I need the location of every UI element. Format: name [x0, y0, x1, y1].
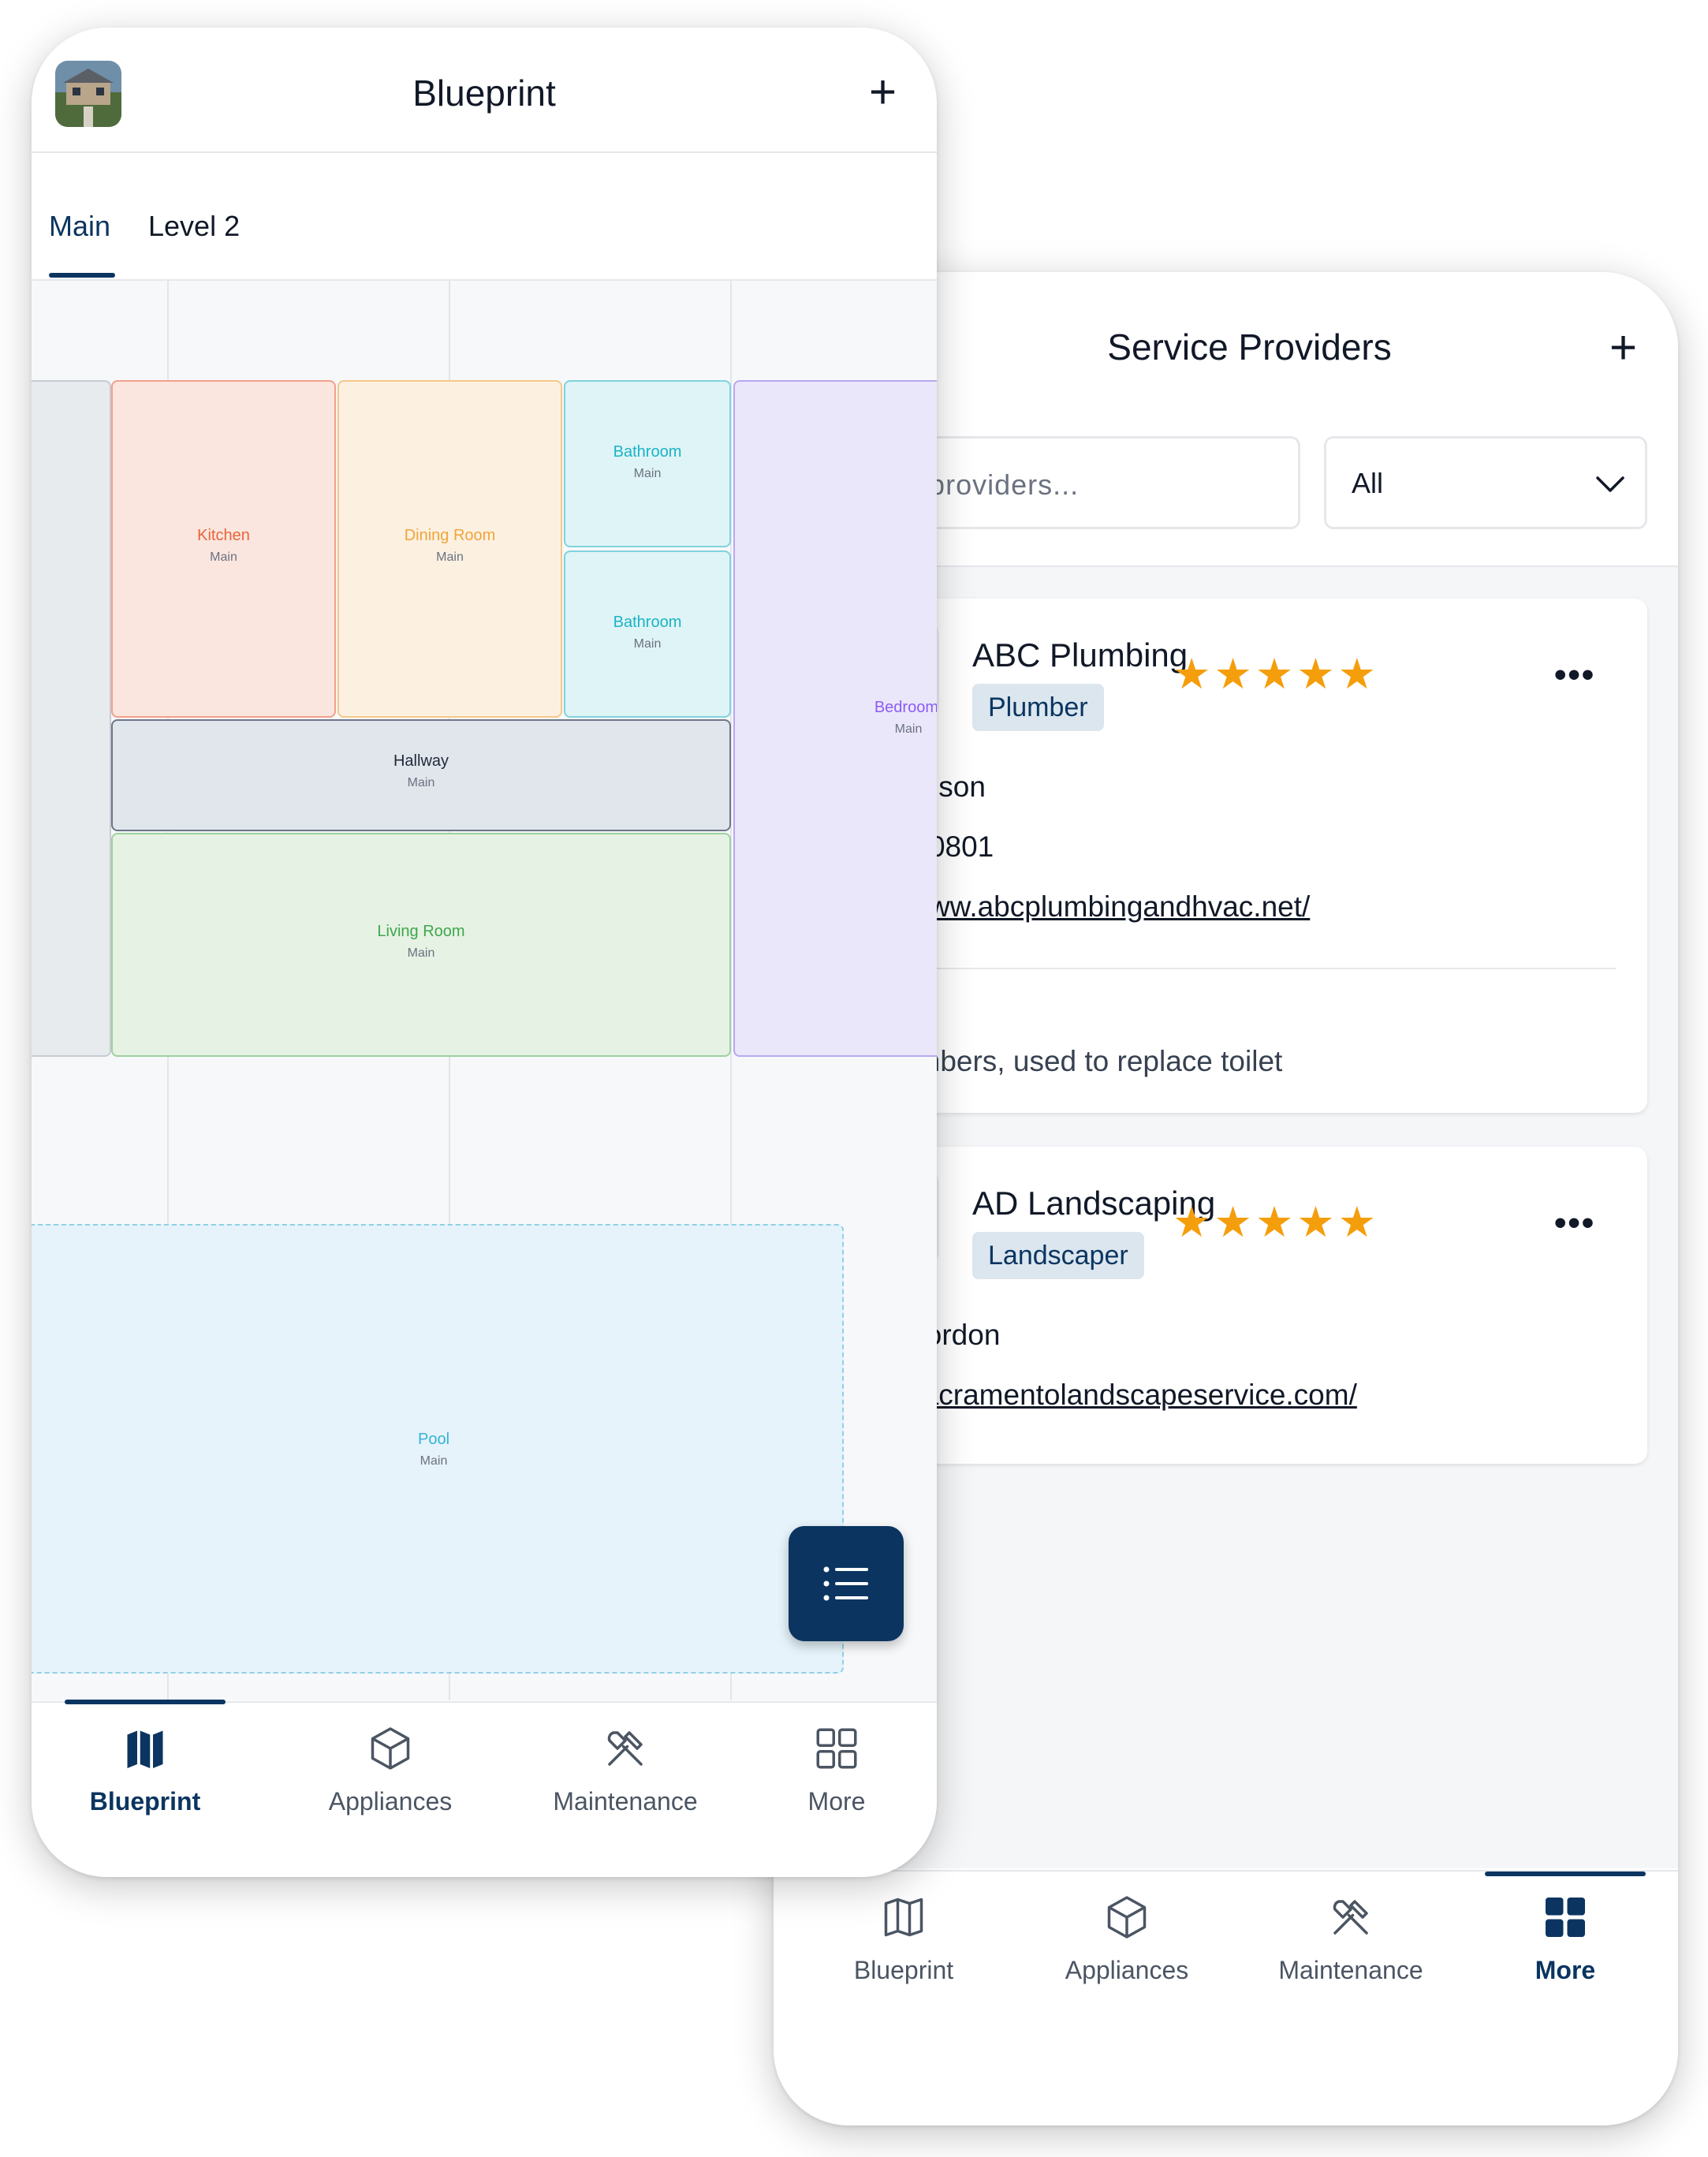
more-options-button[interactable]: •••: [1554, 655, 1595, 695]
cube-icon: [1107, 1896, 1147, 1939]
room-level: Main: [894, 722, 923, 736]
map-icon: [127, 1730, 163, 1768]
nav-maintenance[interactable]: Maintenance: [519, 1725, 732, 1816]
bottom-nav: Blueprint Appliances Maintenance More: [32, 1700, 937, 1877]
nav-label: Maintenance: [553, 1787, 698, 1816]
room-level: Main: [633, 467, 662, 480]
room-name: Dining Room: [404, 527, 496, 544]
list-icon: [823, 1566, 868, 1601]
nav-more[interactable]: More: [778, 1725, 896, 1816]
category-badge: Plumber: [972, 684, 1104, 731]
nav-blueprint[interactable]: Blueprint: [58, 1725, 232, 1816]
room-kitchen[interactable]: Kitchen Main: [111, 380, 336, 718]
room-level: Main: [407, 946, 435, 960]
tools-icon: [607, 1731, 643, 1766]
nav-blueprint[interactable]: Blueprint: [813, 1894, 994, 1985]
blueprint-header: Blueprint +: [32, 28, 937, 153]
active-tab-indicator: [1485, 1872, 1646, 1876]
room-bathroom-2[interactable]: Bathroom Main: [564, 550, 731, 718]
map-icon: [884, 1898, 923, 1937]
room-bedroom[interactable]: Bedroom Main: [733, 380, 937, 1057]
bottom-nav: Blueprint Appliances Maintenance More: [774, 1870, 1678, 2125]
nav-label: Blueprint: [853, 1956, 954, 1984]
add-provider-button[interactable]: +: [1609, 324, 1637, 371]
room-pool[interactable]: Pool Main: [32, 1224, 844, 1674]
tab-main[interactable]: Main: [49, 210, 110, 243]
nav-label: Appliances: [328, 1787, 453, 1816]
nav-maintenance[interactable]: Maintenance: [1244, 1894, 1457, 1985]
room-name: Bathroom: [613, 443, 682, 461]
nav-label: More: [807, 1787, 866, 1816]
more-options-button[interactable]: •••: [1554, 1204, 1595, 1243]
provider-name: ABC Plumbing: [972, 636, 1188, 674]
room-level: Main: [407, 776, 435, 789]
floor-plan-canvas[interactable]: Kitchen Main Dining Room Main Bathroom M…: [32, 281, 937, 1700]
nav-label: Blueprint: [89, 1787, 201, 1816]
star-rating: ★★★★★: [1173, 1199, 1380, 1246]
room-name: Kitchen: [197, 527, 250, 544]
nav-appliances[interactable]: Appliances: [292, 1725, 489, 1816]
nav-label: More: [1535, 1956, 1596, 1984]
nav-appliances[interactable]: Appliances: [1028, 1894, 1225, 1985]
add-room-button[interactable]: +: [869, 69, 897, 116]
filter-selected-value: All: [1352, 467, 1384, 499]
room-level: Main: [633, 637, 662, 651]
room-dining-room[interactable]: Dining Room Main: [337, 380, 562, 718]
room-level: Main: [210, 550, 237, 564]
page-title: Blueprint: [412, 73, 556, 114]
room-hallway[interactable]: Hallway Main: [111, 719, 731, 831]
star-rating: ★★★★★: [1173, 651, 1380, 698]
room-name: Bedroom: [874, 699, 937, 716]
room-level: Main: [436, 550, 464, 564]
grid-icon: [1546, 1898, 1585, 1937]
active-tab-indicator: [65, 1700, 226, 1704]
blueprint-screen: Blueprint + Main Level 2 Kitchen Main Di…: [32, 28, 937, 1877]
category-filter-select[interactable]: All: [1324, 436, 1647, 529]
cube-icon: [371, 1727, 410, 1770]
room-name: Pool: [417, 1431, 450, 1448]
room-name: Living Room: [377, 923, 465, 940]
room-name: Hallway: [393, 752, 449, 770]
category-badge: Landscaper: [972, 1232, 1144, 1279]
active-tab-indicator: [49, 273, 115, 278]
divider: [845, 968, 1616, 969]
nav-label: Maintenance: [1278, 1956, 1423, 1984]
tools-icon: [1333, 1900, 1368, 1935]
grid-icon: [816, 1728, 857, 1769]
room-list-button[interactable]: [789, 1526, 904, 1641]
nav-label: Appliances: [1065, 1956, 1189, 1984]
room-partial-left[interactable]: [32, 380, 111, 1057]
nav-more[interactable]: More: [1486, 1894, 1644, 1985]
tab-level-2[interactable]: Level 2: [148, 210, 240, 243]
room-name: Bathroom: [613, 614, 682, 631]
room-bathroom-1[interactable]: Bathroom Main: [564, 380, 731, 547]
room-living-room[interactable]: Living Room Main: [111, 833, 731, 1057]
level-tabs: Main Level 2: [32, 153, 937, 281]
chevron-down-icon: [1596, 476, 1624, 492]
room-level: Main: [420, 1454, 448, 1468]
